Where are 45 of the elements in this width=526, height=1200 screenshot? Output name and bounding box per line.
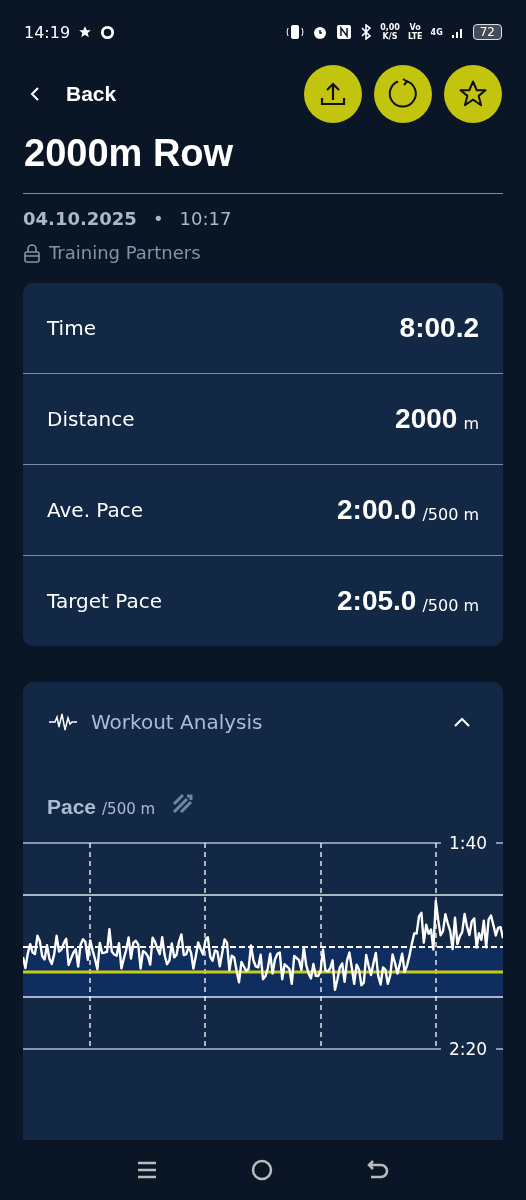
workout-title: 2000m Row	[24, 132, 235, 175]
stat-unit: /500 m	[422, 595, 479, 615]
visibility-label: Training Partners	[49, 242, 201, 263]
back-button[interactable]: Back	[30, 82, 117, 106]
workout-time: 10:17	[179, 208, 232, 229]
volte-indicator: Vo LTE	[407, 23, 423, 41]
chart-unit: /500 m	[102, 800, 156, 818]
stat-value: 2:00.0	[337, 494, 417, 526]
bluetooth-icon	[360, 24, 373, 40]
stat-label: Target Pace	[47, 589, 163, 613]
chart-title: Pace	[47, 795, 97, 819]
axis-label: 1:40	[448, 833, 488, 853]
stat-value: 2:05.0	[337, 585, 417, 617]
network-speed: 0,00 K/S	[380, 23, 400, 41]
clock: 14:19	[24, 22, 71, 42]
stat-label: Distance	[47, 407, 136, 431]
network-type: 4G	[430, 27, 443, 37]
stat-label: Ave. Pace	[47, 498, 145, 522]
stat-label: Time	[47, 316, 97, 340]
home-icon[interactable]	[251, 1159, 273, 1181]
star-icon	[458, 79, 488, 109]
analysis-header[interactable]: Workout Analysis	[23, 682, 503, 734]
stat-unit: /500 m	[422, 504, 479, 524]
favorite-button[interactable]	[444, 65, 502, 123]
battery-indicator: 72	[472, 24, 502, 40]
back-icon[interactable]	[367, 1159, 389, 1181]
stat-unit: m	[463, 413, 479, 433]
separator-dot: •	[152, 208, 164, 229]
share-button[interactable]	[304, 65, 362, 123]
nfc-icon	[336, 24, 353, 40]
waveform-icon	[49, 712, 77, 732]
star-icon	[78, 25, 93, 39]
stat-value: 2000	[395, 403, 458, 435]
alarm-icon	[312, 24, 329, 40]
upload-icon	[319, 80, 347, 108]
chevron-left-icon	[30, 86, 40, 102]
workout-date: 04.10.2025	[23, 208, 137, 229]
repeat-button[interactable]	[374, 65, 432, 123]
refresh-icon	[387, 78, 419, 110]
menu-icon[interactable]	[137, 1160, 157, 1180]
ring-icon	[100, 24, 116, 40]
lock-icon	[23, 242, 41, 263]
vibrate-icon	[286, 24, 305, 40]
axis-label: 2:20	[448, 1039, 488, 1059]
stat-value: 8:00.2	[399, 312, 479, 344]
